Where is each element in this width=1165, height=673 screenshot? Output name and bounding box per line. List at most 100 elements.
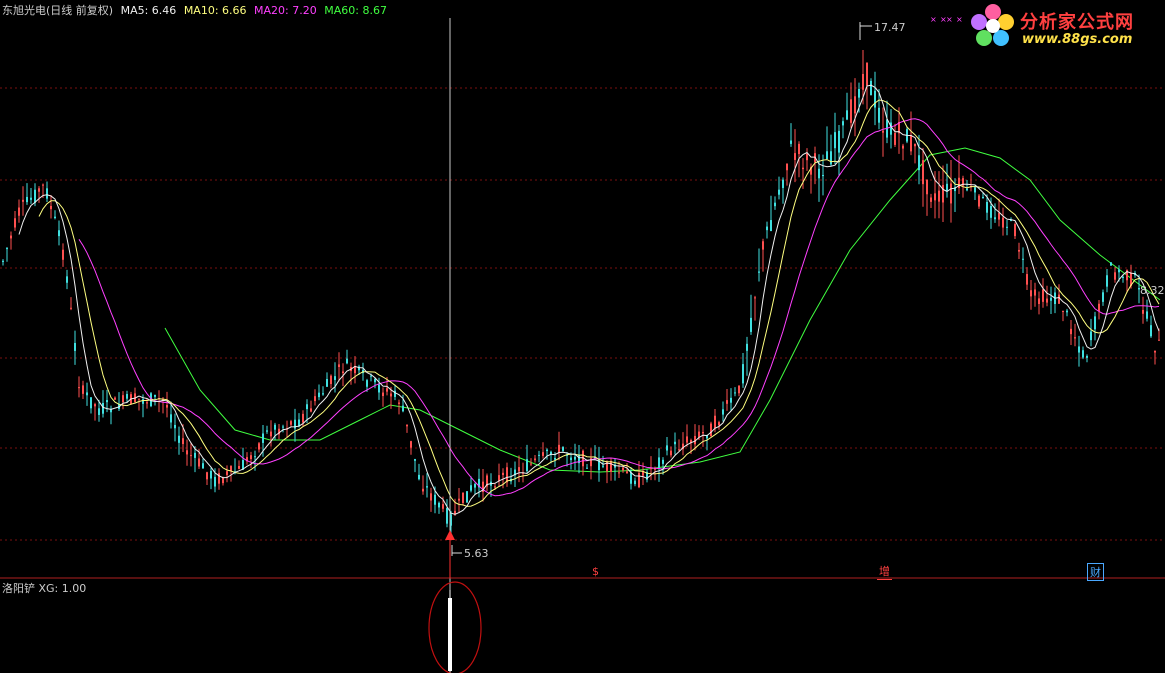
candle-body (366, 380, 368, 387)
candle-body (114, 397, 116, 400)
candle-body (974, 187, 976, 193)
candle-body (494, 486, 496, 488)
candle-body (18, 207, 20, 216)
candle-body (14, 218, 16, 228)
candle-body (866, 62, 868, 86)
candle-body (194, 452, 196, 458)
candle-body (326, 379, 328, 387)
ma60-label: MA60: 8.67 (324, 4, 387, 17)
candle-body (910, 135, 912, 152)
candle-body (538, 454, 540, 456)
candle-body (734, 392, 736, 394)
candle-body (1082, 350, 1084, 358)
candle-body (58, 230, 60, 237)
low-marker (451, 545, 462, 556)
candle-body (378, 384, 380, 393)
candle-body (994, 217, 996, 220)
chart-canvas[interactable]: × × × × (0, 0, 1165, 673)
candle-body (390, 393, 392, 397)
candle-body (506, 467, 508, 483)
candle-body (1114, 272, 1116, 280)
candle-body (146, 402, 148, 404)
candle-body (946, 183, 948, 191)
candle-body (222, 477, 224, 484)
indicator-header: 洛阳铲 XG: 1.00 (2, 580, 86, 596)
candle-body (1042, 289, 1044, 302)
candle-body (1058, 294, 1060, 304)
candle-body (462, 492, 464, 503)
badge-cai[interactable]: 财 (1087, 563, 1104, 581)
candle-body (26, 196, 28, 203)
candle-body (1018, 249, 1020, 252)
candle-body (1106, 275, 1108, 287)
candle-body (310, 408, 312, 412)
candle-body (710, 423, 712, 437)
candle-body (1074, 337, 1076, 339)
candle-body (618, 472, 620, 474)
candle-body (258, 443, 260, 450)
candle-body (66, 276, 68, 283)
candle-body (950, 183, 952, 204)
candle-body (1062, 310, 1064, 312)
candle-body (822, 175, 824, 177)
candle-body (806, 153, 808, 161)
candle-body (126, 394, 128, 399)
candle-body (74, 342, 76, 351)
high-marker (859, 22, 872, 40)
candle-body (746, 343, 748, 351)
candle-body (938, 190, 940, 202)
ma10-label: MA10: 6.66 (183, 4, 247, 17)
candle-body (930, 197, 932, 202)
candle-body (102, 403, 104, 414)
candle-body (2, 260, 4, 262)
candle-body (214, 476, 216, 487)
candle-body (530, 463, 532, 465)
candle-body (674, 441, 676, 445)
logo-url: www.88gs.com (1022, 32, 1133, 47)
candle-body (1142, 309, 1144, 314)
candle-body (1070, 328, 1072, 335)
candle-body (662, 459, 664, 464)
candle-body (470, 485, 472, 491)
candle-body (778, 189, 780, 195)
candle-body (738, 385, 740, 394)
candle-body (686, 436, 688, 443)
candle-body (1098, 303, 1100, 312)
candle-body (422, 488, 424, 492)
candle-body (414, 459, 416, 461)
candle-body (202, 463, 204, 469)
indicator-name: 洛阳铲 (2, 582, 35, 595)
candle-body (198, 458, 200, 467)
candle-body (254, 456, 256, 458)
candle-body (398, 402, 400, 404)
candle-body (774, 202, 776, 207)
candle-body (78, 387, 80, 389)
candle-body (90, 397, 92, 409)
candle-body (330, 375, 332, 385)
candle-body (526, 459, 528, 472)
candle-body (1066, 310, 1068, 313)
signal-arrow (445, 530, 455, 578)
candle-body (446, 508, 448, 524)
candle-body (142, 399, 144, 404)
candle-body (274, 424, 276, 430)
candle-body (902, 145, 904, 149)
candle-body (666, 445, 668, 451)
svg-text:×: × (946, 15, 953, 24)
candle-body (854, 96, 856, 114)
candle-body (878, 107, 880, 123)
candle-body (46, 188, 48, 199)
badge-zeng[interactable]: 增 (877, 563, 892, 580)
candle-body (178, 435, 180, 443)
candle-body (770, 220, 772, 232)
candle-body (1094, 316, 1096, 330)
badge-dollar[interactable]: $ (590, 565, 601, 578)
candle-body (374, 378, 376, 383)
candle-body (610, 461, 612, 472)
candle-body (1118, 269, 1120, 273)
candle-body (782, 179, 784, 188)
candle-body (1122, 276, 1124, 278)
candle-body (6, 248, 8, 250)
candle-body (742, 364, 744, 384)
candle-body (846, 110, 848, 120)
